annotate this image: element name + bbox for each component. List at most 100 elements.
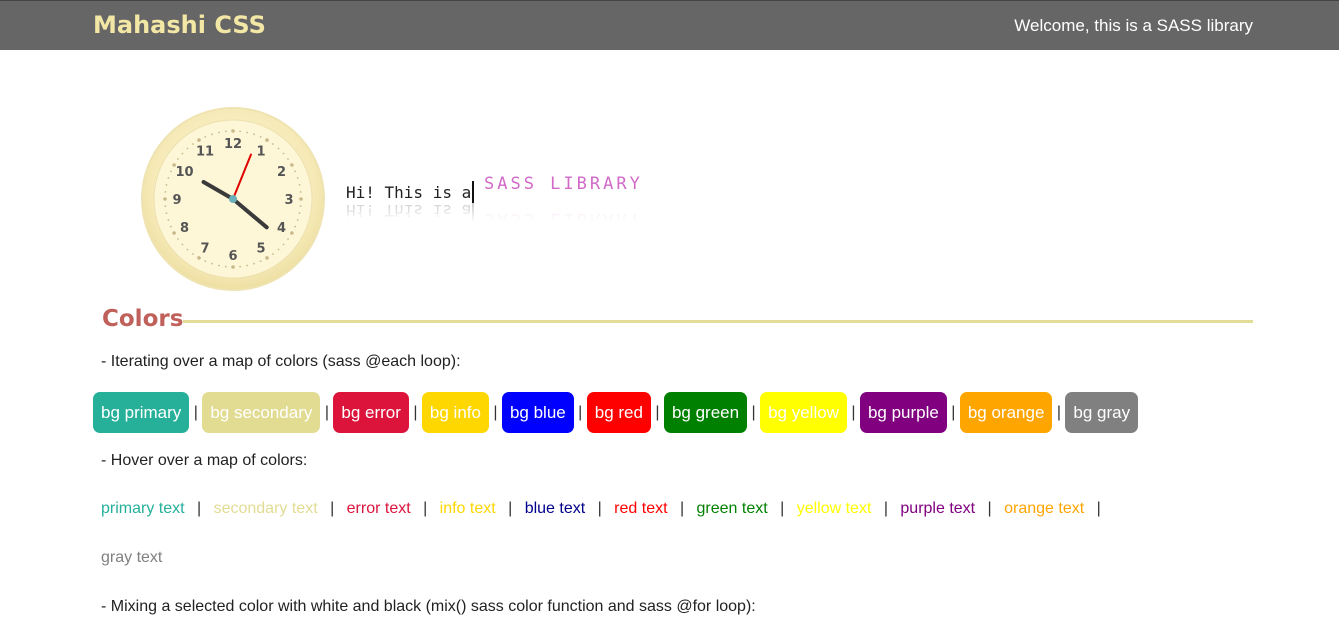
clock-tick [277, 248, 280, 251]
clock-tick [299, 205, 302, 208]
clock-number: 10 [175, 165, 193, 180]
clock-tick [165, 212, 168, 215]
clock-tick [265, 256, 269, 260]
clock-number: 5 [256, 241, 265, 256]
text-color-blue[interactable]: blue text [525, 500, 585, 518]
clock-tick [204, 135, 207, 138]
chip-separator: | [193, 403, 198, 421]
chip-separator: | [655, 403, 660, 421]
clock-tick [192, 253, 194, 255]
clock-tick [299, 197, 303, 201]
clock-tick [177, 238, 179, 240]
clock-tick [290, 163, 294, 167]
text-separator: | [423, 500, 428, 517]
section-divider [183, 320, 1253, 323]
clock-tick [169, 170, 172, 173]
text-color-secondary[interactable]: secondary text [214, 500, 318, 518]
clock-tick [181, 152, 184, 155]
bg-color-chips: bg primary | bg secondary | bg error | bg info… [93, 392, 1139, 433]
bg-chip-error[interactable]: bg error [333, 392, 409, 433]
description-each-loop: - Iterating over a map of colors (sass @… [101, 353, 461, 370]
chip-separator: | [413, 403, 418, 421]
clock-tick [287, 238, 289, 240]
chip-separator: | [851, 403, 856, 421]
clock-number: 7 [200, 241, 209, 256]
clock-tick [231, 265, 235, 269]
clock-tick [177, 158, 179, 160]
clock-tick [277, 147, 280, 150]
bg-chip-primary[interactable]: bg primary [93, 392, 190, 433]
typed-text-reflection: Hi! This is a [346, 201, 472, 220]
clock-tick [167, 219, 170, 221]
bg-chip-blue[interactable]: bg blue [501, 392, 574, 433]
text-color-red[interactable]: red text [614, 500, 667, 518]
clock-tick [186, 248, 189, 251]
bg-chip-info[interactable]: bg info [421, 392, 489, 433]
clock-tick [211, 133, 213, 136]
chip-separator: | [578, 403, 583, 421]
analog-clock: 12 1 2 3 4 5 6 7 8 9 10 11 [140, 106, 326, 292]
bg-chip-red[interactable]: bg red [586, 392, 651, 433]
text-separator: | [679, 500, 685, 517]
clock-tick [224, 265, 227, 268]
clock-tick [246, 131, 249, 134]
text-color-info[interactable]: info text [440, 500, 496, 518]
clock-number: 1 [256, 145, 265, 160]
chip-separator: | [493, 403, 498, 421]
clock-tick [204, 260, 207, 263]
clock-tick [211, 262, 213, 265]
clock-tick [265, 138, 269, 142]
clock-tick [272, 253, 274, 255]
clock-number: 8 [180, 221, 189, 236]
chip-separator: | [324, 403, 329, 421]
clock-number: 11 [196, 145, 214, 160]
chip-separator: | [751, 403, 756, 421]
typing-caret-reflection [472, 200, 475, 222]
hero-reflection: Hi! This is a SASS LIBRARY [346, 200, 686, 229]
text-separator: | [780, 500, 785, 517]
brand-logo[interactable]: Mahashi CSS [93, 11, 266, 39]
text-color-list: primary text | secondary text | error text | i… [101, 500, 1113, 518]
text-color-gray[interactable]: gray text [101, 549, 162, 567]
clock-number: 9 [172, 193, 181, 208]
top-navbar: Mahashi CSS Welcome, this is a SASS libr… [0, 0, 1339, 50]
clock-tick [272, 143, 274, 145]
text-color-error[interactable]: error text [347, 500, 411, 518]
clock-tick [169, 225, 172, 228]
clock-tick [197, 138, 201, 142]
clock-tick [298, 183, 301, 186]
text-color-green[interactable]: green text [697, 500, 768, 518]
clock-tick [186, 147, 189, 150]
chip-separator: | [951, 403, 956, 421]
text-color-orange[interactable]: orange text [1004, 500, 1084, 518]
typing-hero: Hi! This is a SASS LIBRARY [346, 174, 640, 203]
clock-tick [231, 129, 235, 133]
clock-tick [181, 243, 184, 246]
clock-tick [259, 135, 262, 138]
text-color-purple[interactable]: purple text [900, 500, 975, 518]
clock-tick [165, 183, 168, 186]
text-separator: | [330, 500, 335, 517]
bg-chip-green[interactable]: bg green [663, 392, 748, 433]
clock-tick [294, 225, 297, 228]
bg-chip-orange[interactable]: bg orange [959, 392, 1053, 433]
clock-tick [298, 212, 301, 215]
clock-tick [246, 264, 249, 267]
bg-chip-yellow[interactable]: bg yellow [760, 392, 847, 433]
clock-tick [197, 256, 201, 260]
clock-tick [282, 152, 285, 155]
highlight-text: SASS LIBRARY [484, 174, 643, 194]
text-color-primary[interactable]: primary text [101, 500, 185, 518]
bg-chip-gray[interactable]: bg gray [1065, 392, 1139, 433]
text-separator: | [197, 500, 202, 517]
text-color-yellow[interactable]: yellow text [797, 500, 872, 518]
bg-chip-secondary[interactable]: bg secondary [202, 392, 321, 433]
clock-number: 3 [284, 193, 293, 208]
text-separator: | [1096, 500, 1101, 517]
clock-tick [296, 177, 299, 179]
clock-tick [287, 158, 289, 160]
clock-tick [192, 143, 194, 145]
bg-chip-purple[interactable]: bg purple [859, 392, 947, 433]
description-mix: - Mixing a selected color with white and… [101, 598, 756, 615]
typed-text: Hi! This is a [346, 183, 472, 202]
